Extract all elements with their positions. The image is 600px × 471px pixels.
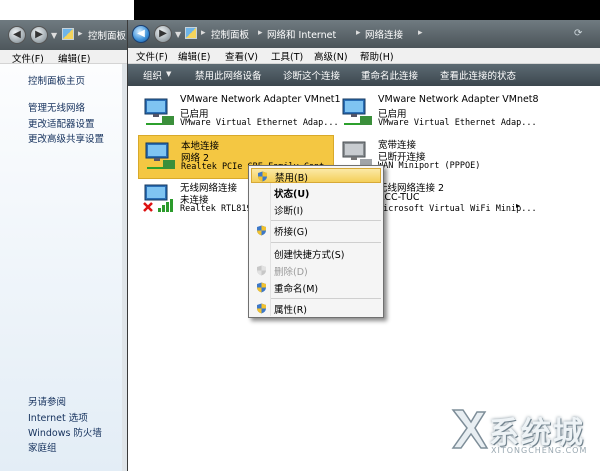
uac-shield-icon bbox=[258, 171, 267, 182]
sidebar-link-advanced-sharing[interactable]: 更改高级共享设置 bbox=[28, 131, 104, 145]
menu-separator bbox=[271, 220, 381, 221]
tasks-sidebar: 控制面板主页 管理无线网络 更改适配器设置 更改高级共享设置 另请参阅 Inte… bbox=[0, 64, 122, 471]
adapter-device: VMware Virtual Ethernet Adap... bbox=[378, 118, 537, 128]
uac-shield-icon bbox=[257, 225, 266, 236]
menu-separator bbox=[271, 242, 381, 243]
menu-item-label: 重命名(M) bbox=[274, 284, 319, 295]
diagnose-connection-button[interactable]: 诊断这个连接 bbox=[283, 68, 340, 82]
menu-item-label: 诊断(I) bbox=[274, 206, 304, 217]
sidebar-link-home[interactable]: 控制面板主页 bbox=[28, 73, 85, 87]
adapter-status: ACC-TUC bbox=[378, 192, 420, 203]
front-window-address-bar: ◀ ▶ ▼ ▸ 控制面板 ▸ 网络和 Internet ▸ 网络连接 ▸ ⟳ bbox=[128, 20, 600, 48]
sidebar-link-firewall[interactable]: Windows 防火墙 bbox=[28, 425, 102, 439]
breadcrumb-separator-icon: ▸ bbox=[258, 28, 263, 38]
history-dropdown-icon[interactable]: ▼ bbox=[175, 30, 181, 39]
control-panel-icon bbox=[62, 28, 74, 40]
watermark-x-icon bbox=[451, 409, 489, 449]
organize-button[interactable]: 组织 bbox=[143, 68, 162, 82]
background-window: ◀ ▶ ▼ ▸ 控制面板 文件(F) 编辑(E) 控制面板主页 管理无线网络 更… bbox=[0, 0, 134, 471]
menu-item-disable[interactable]: 禁用(B) bbox=[251, 168, 381, 184]
view-status-button[interactable]: 查看此连接的状态 bbox=[440, 68, 516, 82]
breadcrumb-separator-icon: ▸ bbox=[418, 28, 423, 38]
uac-shield-icon bbox=[257, 282, 266, 293]
adapter-device: Microsoft Virtual WiFi Minip... bbox=[378, 204, 537, 214]
sidebar-link-manage-wireless[interactable]: 管理无线网络 bbox=[28, 100, 85, 114]
network-adapter-icon bbox=[342, 98, 372, 125]
breadcrumb-separator-icon: ▸ bbox=[78, 29, 83, 39]
adapter-name: VMware Network Adapter VMnet8 bbox=[378, 94, 539, 105]
breadcrumb-control-panel[interactable]: 控制面板 bbox=[211, 27, 249, 41]
menu-file[interactable]: 文件(F) bbox=[12, 51, 44, 65]
adapter-device: WAN Miniport (PPPOE) bbox=[378, 161, 481, 171]
menu-item-label: 删除(D) bbox=[274, 267, 308, 278]
breadcrumb-network-internet[interactable]: 网络和 Internet bbox=[267, 27, 336, 41]
watermark-subtitle: XITONGCHENG.COM bbox=[491, 446, 588, 455]
history-dropdown-icon[interactable]: ▼ bbox=[51, 31, 57, 40]
breadcrumb-separator-icon: ▸ bbox=[356, 28, 361, 38]
menu-item-label: 桥接(G) bbox=[274, 227, 308, 238]
uac-shield-icon bbox=[257, 303, 266, 314]
disable-device-button[interactable]: 禁用此网络设备 bbox=[195, 68, 262, 82]
menu-view[interactable]: 查看(V) bbox=[225, 49, 258, 63]
menu-item-diagnose[interactable]: 诊断(I) bbox=[251, 202, 381, 217]
menu-item-rename[interactable]: 重命名(M) bbox=[251, 280, 381, 295]
menu-help[interactable]: 帮助(H) bbox=[360, 49, 394, 63]
breadcrumb-control-panel[interactable]: 控制面板 bbox=[88, 28, 126, 42]
menu-advanced[interactable]: 高级(N) bbox=[314, 49, 348, 63]
sidebar-link-homegroup[interactable]: 家庭组 bbox=[28, 440, 57, 454]
menu-item-label: 状态(U) bbox=[274, 189, 310, 200]
menu-tools[interactable]: 工具(T) bbox=[271, 49, 303, 63]
menu-item-label: 属性(R) bbox=[274, 305, 308, 316]
adapter-name: VMware Network Adapter VMnet1 bbox=[180, 94, 341, 105]
breadcrumb-network-connections[interactable]: 网络连接 bbox=[365, 27, 403, 41]
control-panel-icon bbox=[185, 27, 197, 39]
menu-item-label: 禁用(B) bbox=[275, 173, 308, 184]
menu-item-delete: 删除(D) bbox=[251, 263, 381, 278]
back-window-address-bar: ◀ ▶ ▼ ▸ 控制面板 bbox=[0, 20, 134, 50]
sidebar-link-change-adapter[interactable]: 更改适配器设置 bbox=[28, 116, 95, 130]
front-window-menubar: 文件(F) 编辑(E) 查看(V) 工具(T) 高级(N) 帮助(H) bbox=[128, 48, 600, 64]
adapter-vmnet8[interactable]: VMware Network Adapter VMnet8 已启用 VMware… bbox=[336, 92, 539, 136]
organize-dropdown-icon[interactable]: ▼ bbox=[166, 70, 171, 78]
wireless-adapter-icon bbox=[143, 184, 173, 212]
menu-file[interactable]: 文件(F) bbox=[136, 49, 168, 63]
adapter-device: VMware Virtual Ethernet Adap... bbox=[180, 118, 339, 128]
scroll-right-arrow-icon[interactable]: ▸ bbox=[516, 201, 520, 210]
adapter-context-menu: 禁用(B) 状态(U) 诊断(I) 桥接(G) 创建快捷方式(S) 删除(D) … bbox=[248, 165, 384, 318]
sidebar-link-internet-options[interactable]: Internet 选项 bbox=[28, 410, 88, 424]
menu-edit[interactable]: 编辑(E) bbox=[58, 51, 90, 65]
menu-edit[interactable]: 编辑(E) bbox=[178, 49, 210, 63]
forward-arrow-icon[interactable]: ▶ bbox=[154, 25, 172, 43]
menu-item-create-shortcut[interactable]: 创建快捷方式(S) bbox=[251, 246, 381, 261]
see-also-heading: 另请参阅 bbox=[28, 397, 67, 408]
adapter-vmnet1[interactable]: VMware Network Adapter VMnet1 已启用 VMware… bbox=[138, 92, 341, 136]
network-adapter-icon bbox=[144, 98, 174, 125]
menu-item-label: 创建快捷方式(S) bbox=[274, 250, 345, 261]
back-window-menubar: 文件(F) 编辑(E) bbox=[0, 50, 134, 65]
back-arrow-icon[interactable]: ◀ bbox=[8, 26, 26, 44]
rename-connection-button[interactable]: 重命名此连接 bbox=[361, 68, 418, 82]
menu-item-properties[interactable]: 属性(R) bbox=[251, 301, 381, 316]
breadcrumb-separator-icon: ▸ bbox=[201, 28, 206, 38]
menu-item-bridge[interactable]: 桥接(G) bbox=[251, 223, 381, 238]
forward-arrow-icon[interactable]: ▶ bbox=[30, 26, 48, 44]
network-adapter-icon bbox=[145, 142, 175, 169]
uac-shield-icon bbox=[257, 265, 266, 276]
refresh-icon[interactable]: ⟳ bbox=[574, 28, 582, 39]
watermark-logo: 系统城 XITONGCHENG.COM bbox=[445, 402, 595, 468]
command-bar: 组织 ▼ 禁用此网络设备 诊断这个连接 重命名此连接 查看此连接的状态 bbox=[128, 64, 600, 86]
menu-separator bbox=[271, 298, 381, 299]
menu-item-status[interactable]: 状态(U) bbox=[251, 185, 381, 200]
back-arrow-icon[interactable]: ◀ bbox=[132, 25, 150, 43]
